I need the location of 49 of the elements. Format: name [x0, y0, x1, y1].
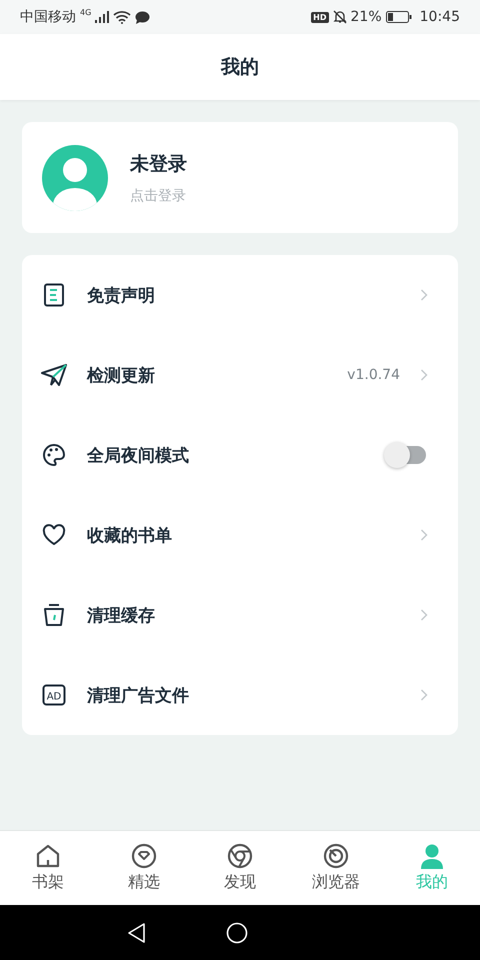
chevron-right-icon	[420, 369, 428, 381]
toggle-switch[interactable]	[384, 442, 428, 468]
chevron-right-icon	[420, 289, 428, 301]
menu-item[interactable]: 检测更新 v1.0.74	[22, 335, 458, 415]
hd-badge: HD	[311, 12, 329, 22]
profile-card[interactable]: 未登录 点击登录	[22, 122, 458, 233]
chevron-right-icon	[420, 689, 428, 701]
signal-icon	[95, 11, 110, 23]
chrome-like-icon	[227, 843, 253, 869]
ad-icon: AD	[42, 684, 66, 706]
carrier-name: 中国移动	[20, 8, 76, 26]
document-icon	[43, 283, 65, 307]
diamond-circle-icon	[131, 843, 157, 869]
menu-label: 全局夜间模式	[87, 444, 190, 466]
message-icon	[135, 10, 150, 24]
menu-item[interactable]: 全局夜间模式	[22, 415, 458, 495]
user-icon	[419, 843, 445, 869]
version-text: v1.0.74	[347, 367, 400, 383]
battery-percent: 21%	[350, 9, 382, 25]
battery-icon	[386, 11, 412, 23]
page-title: 我的	[221, 55, 259, 80]
compass-circle-icon	[323, 843, 349, 869]
back-icon[interactable]	[126, 922, 148, 944]
menu-item[interactable]: 收藏的书单	[22, 495, 458, 575]
bell-muted-icon	[332, 10, 347, 24]
tab-item[interactable]: 发现	[192, 831, 288, 905]
clock-time: 10:45	[420, 9, 460, 25]
menu-label: 清理广告文件	[87, 684, 190, 706]
user-name: 未登录	[130, 152, 187, 176]
menu-item[interactable]: 免责声明	[22, 255, 458, 335]
trash-bin-icon	[43, 603, 65, 627]
tab-item[interactable]: 书架	[0, 831, 96, 905]
menu-label: 清理缓存	[87, 604, 156, 626]
menu-label: 免责声明	[87, 284, 156, 306]
menu-label: 收藏的书单	[87, 524, 173, 546]
home-circle-icon[interactable]	[226, 922, 248, 944]
paper-plane-icon	[41, 364, 67, 386]
menu-item[interactable]: 清理缓存	[22, 575, 458, 655]
tab-item[interactable]: 浏览器	[288, 831, 384, 905]
home-icon	[35, 843, 61, 869]
chevron-right-icon	[420, 529, 428, 541]
network-type: 4G	[80, 8, 92, 17]
tab-item[interactable]: 精选	[96, 831, 192, 905]
menu-label: 检测更新	[87, 364, 156, 386]
wifi-icon	[113, 10, 132, 24]
menu-item[interactable]: AD 清理广告文件	[22, 655, 458, 735]
heart-icon	[42, 524, 66, 546]
palette-icon	[42, 443, 66, 467]
chevron-right-icon	[420, 609, 428, 621]
